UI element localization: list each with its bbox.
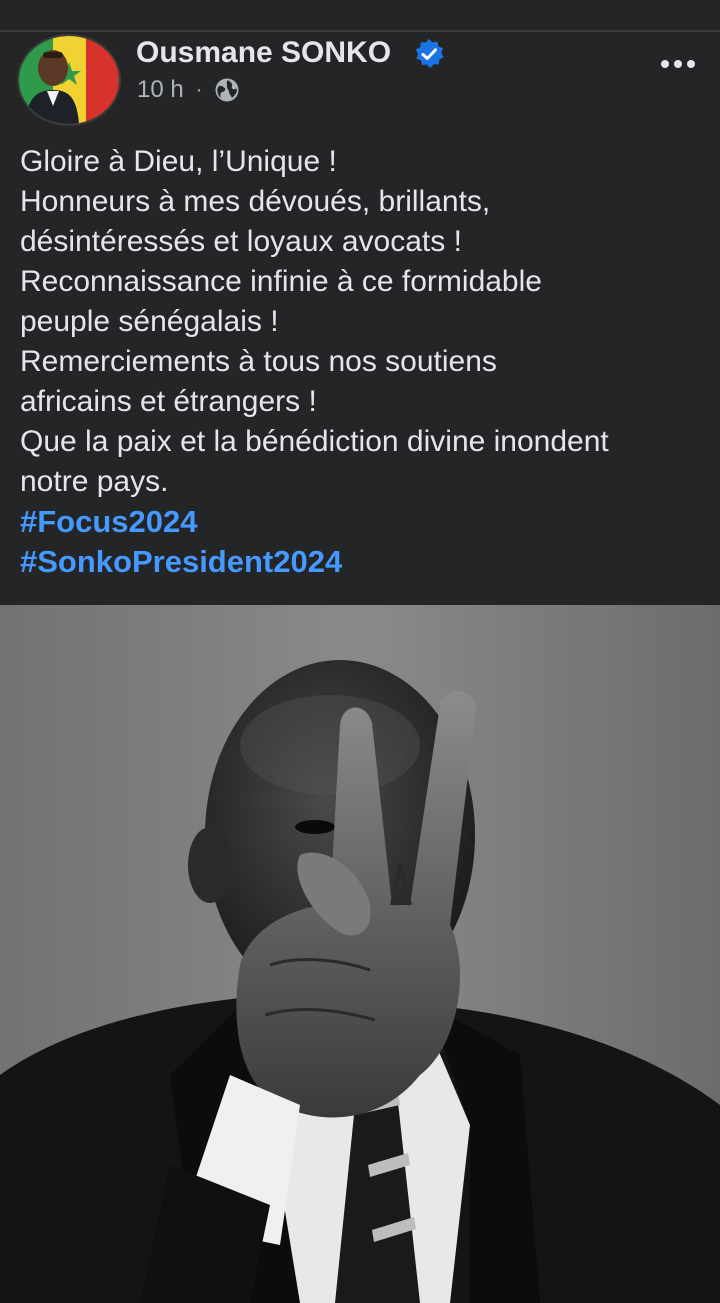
verified-badge-icon [415,39,444,68]
meta-separator: · [195,78,203,101]
post-text: Gloire à Dieu, l’Unique ! Honneurs à mes… [20,142,710,582]
post-text-line: Reconnaissance infinie à ce formidable [20,265,542,298]
author-avatar[interactable] [17,34,121,126]
post-text-line: peuple sénégalais ! [20,305,279,338]
post-timestamp[interactable]: 10 h [137,76,184,104]
post-text-line: notre pays. [20,465,169,498]
globe-icon[interactable] [214,77,240,103]
post-text-line: africains et étrangers ! [20,385,317,418]
post-header: Ousmane SONKO 10 h · [0,32,720,132]
post-text-line: Remerciements à tous nos soutiens [20,345,497,378]
post-text-line: Que la paix et la bénédiction divine ino… [20,425,609,458]
more-options-icon[interactable] [658,54,698,74]
author-name[interactable]: Ousmane SONKO [136,36,391,70]
post-text-line: Gloire à Dieu, l’Unique ! [20,145,337,178]
top-divider [0,0,720,32]
post-meta: 10 h · [137,76,240,104]
hashtag-focus2024[interactable]: #Focus2024 [20,502,710,542]
post-text-line: Honneurs à mes dévoués, brillants, [20,185,491,218]
post-text-line: désintéressés et loyaux avocats ! [20,225,462,258]
hashtag-sonkopresident2024[interactable]: #SonkoPresident2024 [20,542,710,582]
post-photo[interactable] [0,605,720,1303]
